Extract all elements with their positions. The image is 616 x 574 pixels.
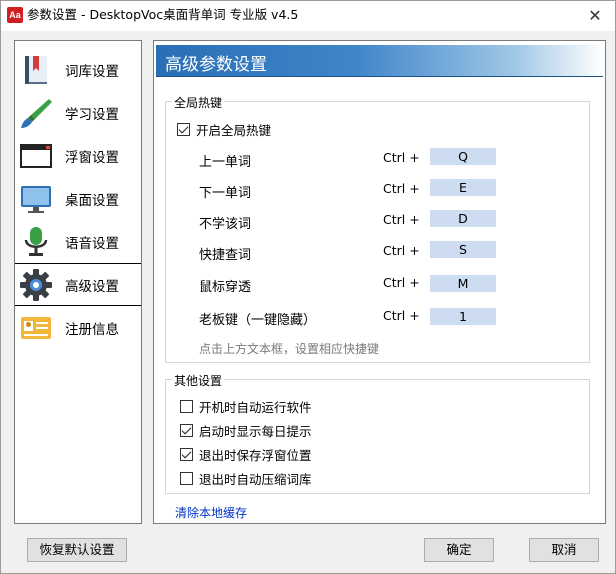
hotkeys-group: 全局热键 开启全局热键 上一单词 Ctrl + Q 下一单词 Ctrl + E …: [165, 94, 590, 363]
ok-button[interactable]: 确定: [424, 538, 494, 562]
compress-library-label: 退出时自动压缩词库: [199, 472, 312, 487]
daily-tip-checkbox[interactable]: 启动时显示每日提示: [180, 421, 312, 440]
window-icon: [19, 139, 53, 173]
sidebar: 词库设置 学习设置 浮窗设置 桌面设置 语音设置 高级设置 注册信息: [14, 40, 142, 524]
id-card-icon: [19, 311, 53, 345]
autostart-label: 开机时自动运行软件: [199, 400, 312, 415]
other-settings-legend: 其他设置: [172, 372, 225, 389]
sidebar-item-desktop[interactable]: 桌面设置: [15, 177, 141, 220]
save-window-position-label: 退出时保存浮窗位置: [199, 448, 312, 463]
hotkey-modifier: Ctrl +: [383, 181, 420, 196]
sidebar-item-study[interactable]: 学习设置: [15, 91, 141, 134]
hotkey-label-boss-key: 老板键（一键隐藏）: [199, 313, 317, 328]
checkbox-checked-icon: [180, 424, 193, 437]
save-window-position-checkbox[interactable]: 退出时保存浮窗位置: [180, 445, 312, 464]
app-icon: Aa: [7, 7, 23, 23]
hotkey-modifier: Ctrl +: [383, 212, 420, 227]
sidebar-item-label: 高级设置: [65, 278, 119, 295]
checkbox-unchecked-icon: [180, 472, 193, 485]
hotkey-modifier: Ctrl +: [383, 275, 420, 290]
hotkey-hint: 点击上方文本框，设置相应快捷键: [199, 342, 380, 356]
hotkey-input-prev-word[interactable]: Q: [430, 148, 496, 165]
settings-window: Aa 参数设置 - DesktopVoc桌面背单词 专业版 v4.5 ✕ 词库设…: [0, 0, 616, 574]
hotkey-modifier: Ctrl +: [383, 308, 420, 323]
hotkey-input-next-word[interactable]: E: [430, 179, 496, 196]
book-icon: [19, 53, 53, 87]
other-settings-group: 其他设置 开机时自动运行软件 启动时显示每日提示 退出时保存浮窗位置 退出时自动…: [165, 372, 590, 494]
sidebar-item-label: 桌面设置: [65, 192, 119, 209]
sidebar-item-label: 注册信息: [65, 321, 119, 338]
sidebar-item-registration[interactable]: 注册信息: [15, 306, 141, 349]
autostart-checkbox[interactable]: 开机时自动运行软件: [180, 397, 312, 416]
title-bar: Aa 参数设置 - DesktopVoc桌面背单词 专业版 v4.5 ✕: [1, 1, 615, 31]
enable-hotkeys-checkbox[interactable]: 开启全局热键: [177, 120, 271, 139]
hotkeys-group-legend: 全局热键: [172, 94, 225, 111]
daily-tip-label: 启动时显示每日提示: [199, 424, 312, 439]
hotkey-label-mouse-through: 鼠标穿透: [199, 280, 252, 295]
monitor-icon: [19, 182, 53, 216]
window-title: 参数设置 - DesktopVoc桌面背单词 专业版 v4.5: [27, 7, 299, 22]
brush-icon: [19, 96, 53, 130]
sidebar-item-label: 词库设置: [65, 63, 119, 80]
hotkey-label-skip-word: 不学该词: [199, 217, 252, 232]
sidebar-item-label: 学习设置: [65, 106, 119, 123]
checkbox-unchecked-icon: [180, 400, 193, 413]
checkbox-checked-icon: [177, 123, 190, 136]
hotkey-label-prev-word: 上一单词: [199, 155, 252, 170]
sidebar-item-label: 语音设置: [65, 235, 119, 252]
hotkey-input-quick-lookup[interactable]: S: [430, 241, 496, 258]
hotkey-input-mouse-through[interactable]: M: [430, 275, 496, 292]
sidebar-item-vocabulary[interactable]: 词库设置: [15, 48, 141, 91]
sidebar-item-advanced[interactable]: 高级设置: [15, 263, 141, 306]
checkbox-checked-icon: [180, 448, 193, 461]
compress-library-checkbox[interactable]: 退出时自动压缩词库: [180, 469, 312, 488]
restore-defaults-button[interactable]: 恢复默认设置: [27, 538, 127, 562]
close-icon[interactable]: ✕: [585, 6, 605, 26]
sidebar-item-floating-window[interactable]: 浮窗设置: [15, 134, 141, 177]
content-panel: 高级参数设置 全局热键 开启全局热键 上一单词 Ctrl + Q 下一单词 Ct…: [153, 40, 606, 524]
hotkey-label-quick-lookup: 快捷查词: [199, 248, 252, 263]
cancel-button[interactable]: 取消: [529, 538, 599, 562]
gear-icon: [19, 268, 53, 302]
sidebar-item-voice[interactable]: 语音设置: [15, 220, 141, 263]
sidebar-item-label: 浮窗设置: [65, 149, 119, 166]
hotkey-modifier: Ctrl +: [383, 150, 420, 165]
microphone-icon: [19, 225, 53, 259]
hotkey-label-next-word: 下一单词: [199, 186, 252, 201]
enable-hotkeys-label: 开启全局热键: [196, 123, 272, 138]
hotkey-modifier: Ctrl +: [383, 243, 420, 258]
hotkey-input-skip-word[interactable]: D: [430, 210, 496, 227]
page-title: 高级参数设置: [165, 55, 267, 75]
clear-cache-link[interactable]: 清除本地缓存: [175, 504, 247, 521]
panel-header: 高级参数设置: [156, 45, 603, 77]
hotkey-input-boss-key[interactable]: 1: [430, 308, 496, 325]
